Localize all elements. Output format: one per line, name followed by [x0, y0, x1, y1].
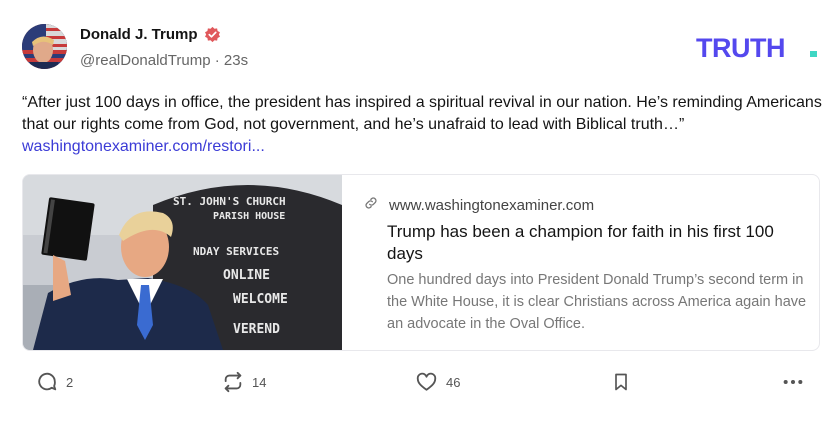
sign-line-2: PARISH HOUSE — [213, 211, 285, 222]
verified-badge-icon — [204, 26, 221, 43]
reply-count: 2 — [66, 374, 74, 390]
retruth-button[interactable]: 14 — [222, 371, 266, 393]
bookmark-icon — [611, 371, 631, 393]
like-icon — [415, 371, 438, 393]
card-title[interactable]: Trump has been a champion for faith in h… — [387, 221, 787, 265]
like-count: 46 — [446, 374, 461, 390]
post-body: “After just 100 days in office, the pres… — [22, 94, 822, 133]
more-icon — [782, 371, 804, 393]
link-preview-card[interactable]: ST. JOHN'S CHURCH PARISH HOUSE NDAY SERV… — [22, 174, 820, 351]
truth-logo[interactable]: TRUTH — [696, 33, 820, 63]
post-timestamp[interactable]: 23s — [224, 52, 248, 69]
reply-button[interactable]: 2 — [36, 371, 73, 393]
author-avatar[interactable] — [22, 24, 67, 69]
author-name[interactable]: Donald J. Trump — [80, 26, 198, 43]
retruth-icon — [222, 371, 244, 393]
retruth-count: 14 — [252, 374, 267, 390]
card-description: One hundred days into President Donald T… — [387, 272, 807, 332]
author-handle[interactable]: @realDonaldTrump — [80, 52, 211, 69]
reply-icon — [36, 371, 58, 393]
sign-line-5: WELCOME — [233, 292, 288, 307]
action-bar: 2 14 46 — [22, 371, 822, 399]
sign-line-4: ONLINE — [223, 268, 270, 283]
sign-line-6: VEREND — [233, 322, 280, 337]
card-domain-row: www.washingtonexaminer.com — [363, 195, 594, 215]
post-text: “After just 100 days in office, the pres… — [22, 92, 822, 158]
handle-row: @realDonaldTrump · 23s — [80, 52, 248, 69]
like-button[interactable]: 46 — [415, 371, 460, 393]
sign-line-3: NDAY SERVICES — [193, 245, 279, 258]
bookmark-button[interactable] — [611, 371, 631, 393]
link-icon — [363, 195, 379, 215]
card-domain: www.washingtonexaminer.com — [389, 196, 595, 214]
post-link[interactable]: washingtonexaminer.com/restori... — [22, 138, 265, 155]
separator: · — [214, 52, 220, 69]
sign-line-1: ST. JOHN'S CHURCH — [173, 195, 286, 208]
logo-text: TRUTH — [696, 34, 785, 62]
more-options-button[interactable] — [782, 371, 804, 393]
card-body: www.washingtonexaminer.com Trump has bee… — [363, 175, 806, 350]
card-image[interactable]: ST. JOHN'S CHURCH PARISH HOUSE NDAY SERV… — [23, 175, 342, 350]
post-header: Donald J. Trump @realDonaldTrump · 23s T… — [22, 22, 822, 74]
